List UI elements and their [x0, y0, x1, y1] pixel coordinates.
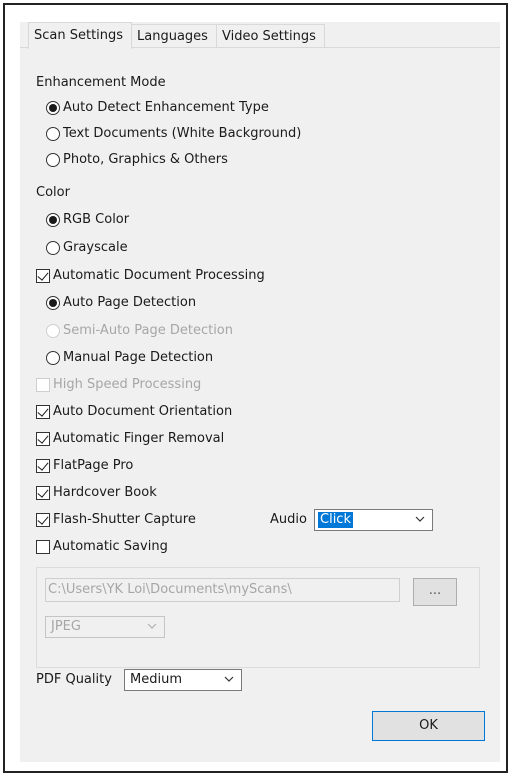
radio-button[interactable]: [46, 127, 60, 141]
color-heading: Color: [36, 185, 70, 200]
checkbox-label: Hardcover Book: [53, 485, 157, 500]
pdf-quality-label: PDF Quality: [36, 672, 112, 687]
radio-photo-graphics[interactable]: Photo, Graphics & Others: [46, 150, 228, 170]
radio-text-documents[interactable]: Text Documents (White Background): [46, 124, 301, 144]
scan-settings-dialog: Scan Settings Languages Video Settings E…: [20, 22, 500, 762]
radio-label: Photo, Graphics & Others: [63, 152, 228, 167]
tab-languages[interactable]: Languages: [131, 24, 217, 47]
audio-selected-value: Click: [318, 512, 353, 528]
radio-label: Semi-Auto Page Detection: [63, 323, 234, 338]
radio-auto-page-detection[interactable]: Auto Page Detection: [46, 293, 196, 313]
audio-label: Audio: [270, 512, 307, 527]
checkbox-checked[interactable]: [36, 269, 50, 283]
checkbox-automatic-saving[interactable]: Automatic Saving: [36, 537, 168, 557]
saving-options-group: C:\Users\YK Loi\Documents\myScans\ ... J…: [36, 567, 480, 668]
radio-button[interactable]: [46, 153, 60, 167]
radio-button[interactable]: [46, 351, 60, 365]
radio-button-selected[interactable]: [46, 296, 60, 310]
pdf-quality-value: Medium: [130, 672, 182, 687]
checkbox-checked[interactable]: [36, 459, 50, 473]
radio-label: Text Documents (White Background): [63, 126, 302, 141]
checkbox-hardcover-book[interactable]: Hardcover Book: [36, 483, 157, 503]
file-format-dropdown: JPEG: [45, 616, 165, 638]
checkbox-checked[interactable]: [36, 405, 50, 419]
checkbox-automatic-finger-removal[interactable]: Automatic Finger Removal: [36, 429, 224, 449]
radio-label: Grayscale: [63, 240, 128, 255]
radio-label: Auto Detect Enhancement Type: [63, 100, 269, 115]
checkbox-disabled: [36, 378, 50, 392]
checkbox-checked[interactable]: [36, 513, 50, 527]
pdf-quality-dropdown[interactable]: Medium: [124, 669, 242, 691]
enhancement-mode-heading: Enhancement Mode: [36, 75, 166, 90]
checkbox-label: Automatic Document Processing: [53, 268, 265, 283]
chevron-down-icon: [147, 623, 157, 629]
radio-semi-auto-page-detection: Semi-Auto Page Detection: [46, 321, 233, 341]
checkbox-auto-document-orientation[interactable]: Auto Document Orientation: [36, 402, 232, 422]
radio-button[interactable]: [46, 241, 60, 255]
checkbox-flatpage-pro[interactable]: FlatPage Pro: [36, 456, 133, 476]
checkbox-label: Flash-Shutter Capture: [53, 512, 196, 527]
checkbox-label: Automatic Saving: [53, 539, 168, 554]
radio-button-disabled: [46, 324, 60, 338]
radio-manual-page-detection[interactable]: Manual Page Detection: [46, 348, 213, 368]
checkbox-label: Automatic Finger Removal: [53, 431, 225, 446]
checkbox-checked[interactable]: [36, 486, 50, 500]
radio-rgb-color[interactable]: RGB Color: [46, 210, 129, 230]
radio-label: Manual Page Detection: [63, 350, 214, 365]
checkbox-checked[interactable]: [36, 432, 50, 446]
audio-dropdown[interactable]: Click: [314, 509, 433, 531]
tab-bar: Scan Settings Languages Video Settings: [20, 22, 500, 49]
file-format-value: JPEG: [51, 619, 81, 634]
radio-grayscale[interactable]: Grayscale: [46, 238, 128, 258]
radio-label: RGB Color: [63, 212, 130, 227]
browse-button[interactable]: ...: [413, 578, 457, 606]
checkbox-label: High Speed Processing: [53, 377, 202, 392]
radio-button-selected[interactable]: [46, 101, 60, 115]
radio-button-selected[interactable]: [46, 213, 60, 227]
chevron-down-icon: [224, 676, 234, 682]
checkbox-high-speed-processing: High Speed Processing: [36, 375, 201, 395]
radio-auto-detect-enhancement[interactable]: Auto Detect Enhancement Type: [46, 98, 269, 118]
tab-video-settings[interactable]: Video Settings: [216, 24, 325, 47]
save-path-field: C:\Users\YK Loi\Documents\myScans\: [45, 578, 400, 602]
checkbox-label: Auto Document Orientation: [53, 404, 233, 419]
checkbox-unchecked[interactable]: [36, 540, 50, 554]
ok-button[interactable]: OK: [372, 711, 485, 741]
checkbox-automatic-document-processing[interactable]: Automatic Document Processing: [36, 266, 265, 286]
checkbox-label: FlatPage Pro: [53, 458, 134, 473]
chevron-down-icon: [415, 516, 425, 522]
tab-scan-settings[interactable]: Scan Settings: [28, 22, 132, 49]
scan-settings-panel: Enhancement Mode Auto Detect Enhancement…: [20, 49, 500, 762]
radio-label: Auto Page Detection: [63, 295, 197, 310]
checkbox-flash-shutter-capture[interactable]: Flash-Shutter Capture: [36, 510, 196, 530]
